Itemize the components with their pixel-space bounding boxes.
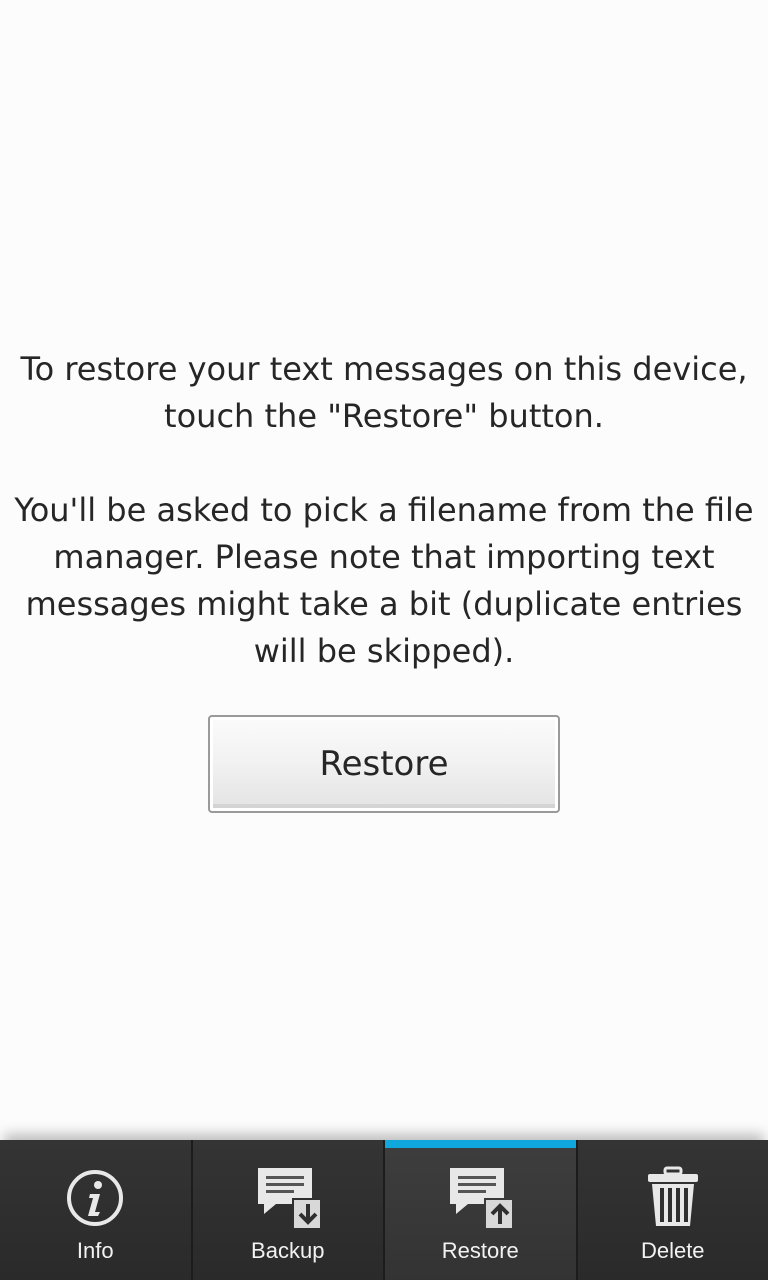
- trash-icon: [647, 1166, 698, 1226]
- tab-restore[interactable]: Restore: [383, 1140, 576, 1280]
- tab-info-label: Info: [76, 1238, 114, 1263]
- restore-button[interactable]: Restore: [208, 715, 560, 813]
- restore-icon: [450, 1168, 513, 1228]
- tab-delete[interactable]: Delete: [575, 1140, 768, 1280]
- tab-info[interactable]: Info: [0, 1140, 191, 1280]
- tab-backup[interactable]: Backup: [190, 1140, 383, 1280]
- instruction-text-1: To restore your text messages on this de…: [20, 350, 748, 435]
- restore-screen: To restore your text messages on this de…: [0, 0, 768, 1280]
- tab-restore-label: Restore: [441, 1238, 519, 1263]
- instruction-text-2: You'll be asked to pick a filename from …: [14, 491, 754, 670]
- action-bar: Info Backup Restore Delete: [0, 1140, 768, 1280]
- info-icon: [67, 1170, 124, 1226]
- backup-icon: [257, 1168, 320, 1228]
- restore-instructions: To restore your text messages on this de…: [0, 346, 768, 675]
- tab-backup-label: Backup: [251, 1238, 325, 1263]
- tab-delete-label: Delete: [640, 1238, 705, 1263]
